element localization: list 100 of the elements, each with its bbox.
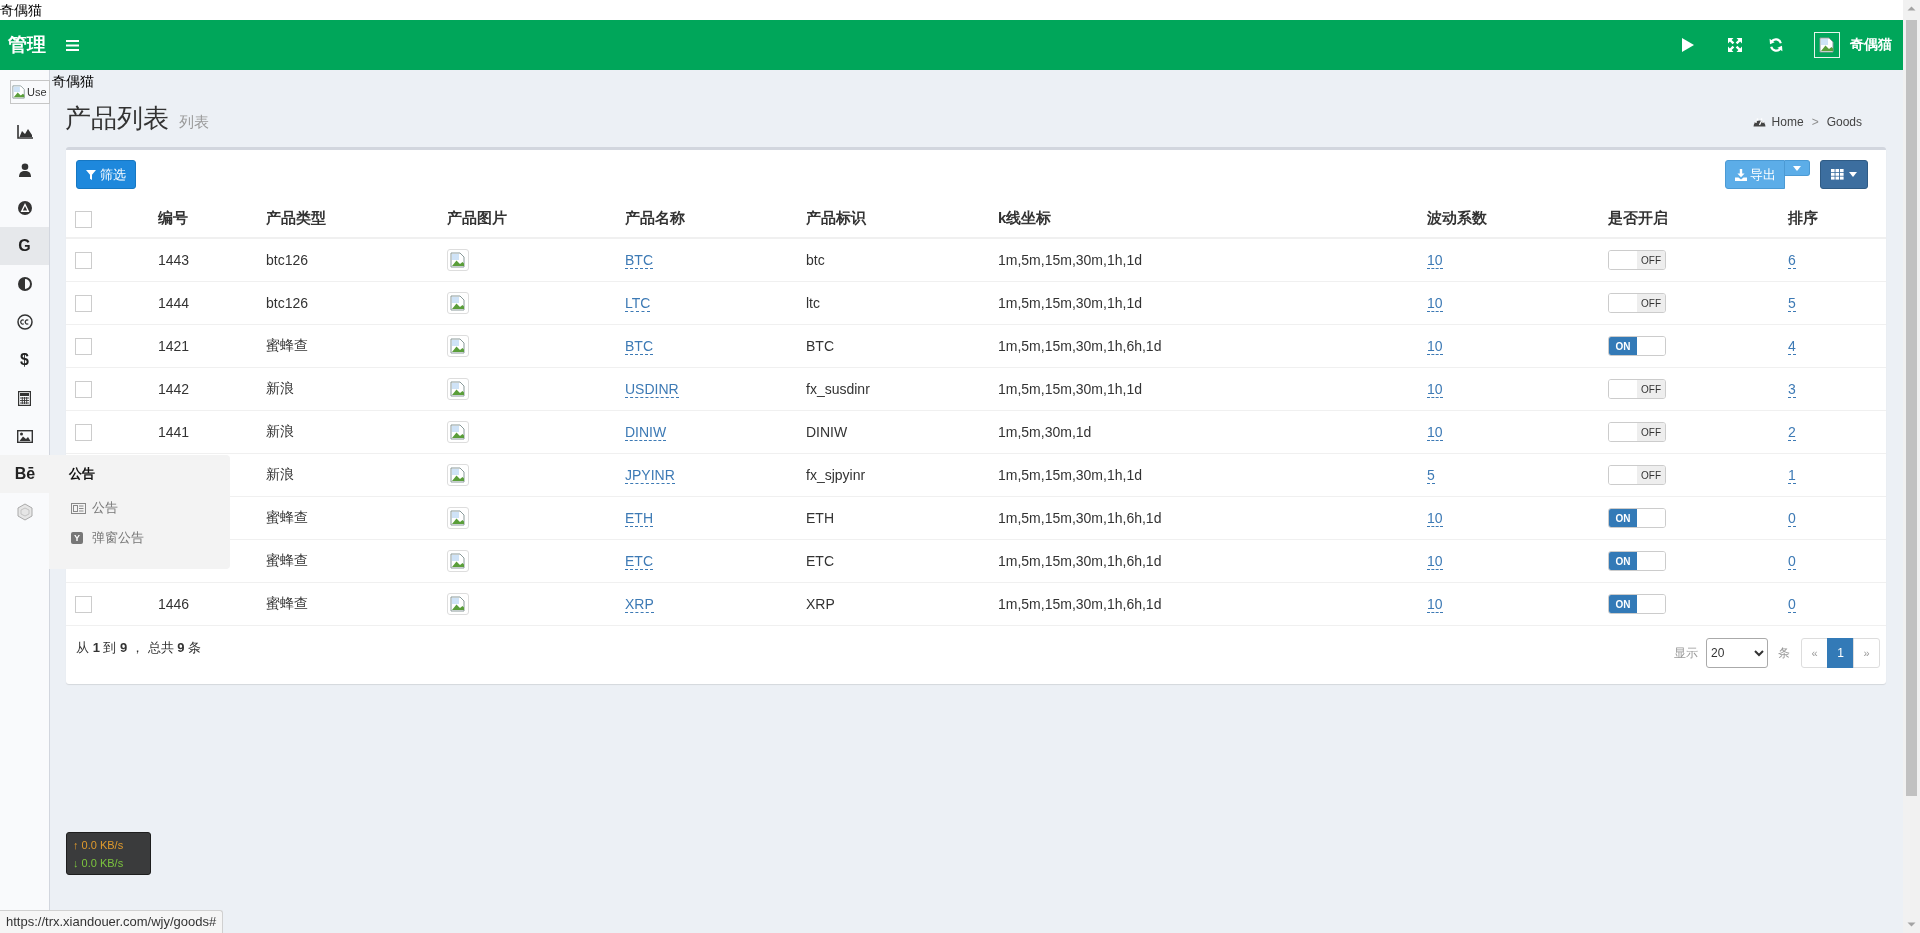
- user-name[interactable]: 奇偶猫: [1850, 36, 1892, 54]
- table-cell: 蜜蜂查: [258, 496, 439, 540]
- editable-link[interactable]: 10: [1427, 596, 1443, 613]
- editable-link[interactable]: XRP: [625, 596, 654, 613]
- upload-speed: ↑ 0.0 KB/s: [73, 838, 125, 853]
- expand-icon[interactable]: [1728, 38, 1742, 52]
- refresh-icon[interactable]: [1769, 38, 1783, 52]
- table-cell: ETH: [798, 496, 990, 540]
- editable-link[interactable]: 10: [1427, 553, 1443, 570]
- toggle-switch[interactable]: ON: [1608, 508, 1666, 528]
- pagination-button[interactable]: «: [1801, 638, 1828, 668]
- area-chart-icon: [16, 125, 33, 139]
- row-checkbox[interactable]: [75, 337, 92, 355]
- column-header: 产品名称: [617, 200, 798, 238]
- row-checkbox[interactable]: [75, 595, 92, 613]
- editable-link[interactable]: 3: [1788, 381, 1796, 398]
- editable-link[interactable]: USDINR: [625, 381, 679, 398]
- table-cell: 1m,5m,30m,1d: [990, 410, 1419, 454]
- toggle-switch[interactable]: OFF: [1608, 250, 1666, 270]
- toggle-switch[interactable]: OFF: [1608, 465, 1666, 485]
- editable-link[interactable]: 10: [1427, 510, 1443, 527]
- letter-icon: Y: [71, 532, 83, 544]
- breadcrumb-current: Goods: [1826, 114, 1862, 129]
- pagination-button[interactable]: »: [1853, 638, 1880, 668]
- table-cell: 1m,5m,15m,30m,1h,1d: [990, 367, 1419, 411]
- select-all-checkbox[interactable]: [75, 210, 92, 228]
- page-title: 产品列表: [65, 103, 169, 133]
- contrast-icon: [17, 277, 32, 291]
- editable-link[interactable]: 5: [1427, 467, 1435, 484]
- row-checkbox[interactable]: [75, 380, 92, 398]
- image-icon: [16, 429, 33, 443]
- editable-link[interactable]: 0: [1788, 510, 1796, 527]
- columns-button[interactable]: [1820, 160, 1868, 189]
- editable-link[interactable]: 1: [1788, 467, 1796, 484]
- table-cell: 1421: [150, 324, 258, 368]
- editable-link[interactable]: LTC: [625, 295, 651, 312]
- table-cell: fx_sjpyinr: [798, 453, 990, 497]
- image-alt-text: Use: [27, 86, 47, 98]
- editable-link[interactable]: 4: [1788, 338, 1796, 355]
- row-checkbox[interactable]: [75, 251, 92, 269]
- table-cell: 1444: [150, 281, 258, 325]
- newspaper-icon: [71, 502, 86, 514]
- toggle-switch[interactable]: ON: [1608, 594, 1666, 614]
- editable-link[interactable]: JPYINR: [625, 467, 675, 484]
- hexagon-icon: [15, 503, 34, 521]
- breadcrumb-link[interactable]: Home: [1771, 114, 1804, 129]
- table-cell: 1m,5m,15m,30m,1h,6h,1d: [990, 324, 1419, 368]
- toggle-switch[interactable]: OFF: [1608, 379, 1666, 399]
- editable-link[interactable]: 10: [1427, 338, 1443, 355]
- editable-link[interactable]: 10: [1427, 424, 1443, 441]
- sidebar-item[interactable]: Bē: [0, 455, 50, 493]
- editable-link[interactable]: 0: [1788, 553, 1796, 570]
- editable-link[interactable]: 0: [1788, 596, 1796, 613]
- editable-link[interactable]: 6: [1788, 252, 1796, 269]
- row-checkbox[interactable]: [75, 423, 92, 441]
- filter-button[interactable]: 筛选: [76, 160, 136, 189]
- sidebar-item[interactable]: G: [0, 227, 49, 265]
- column-header: 产品标识: [798, 200, 990, 238]
- column-header: 编号: [150, 200, 258, 238]
- toggle-switch[interactable]: OFF: [1608, 422, 1666, 442]
- sidebar-item[interactable]: $: [0, 341, 49, 379]
- editable-link[interactable]: 10: [1427, 295, 1443, 312]
- broken-image-icon: [1819, 37, 1835, 53]
- breadcrumb-separator: >: [1811, 114, 1819, 129]
- toggle-switch[interactable]: OFF: [1608, 293, 1666, 313]
- menu-title: 公告: [68, 465, 96, 483]
- export-button[interactable]: 导出: [1725, 160, 1785, 189]
- menu-item[interactable]: 公告: [49, 493, 230, 523]
- page-subtitle: 列表: [179, 113, 209, 132]
- circle-triangle-icon: [17, 201, 32, 215]
- column-header: 产品类型: [258, 200, 439, 238]
- editable-link[interactable]: DINIW: [625, 424, 667, 441]
- table-cell: 新浪: [258, 453, 439, 497]
- editable-link[interactable]: 2: [1788, 424, 1796, 441]
- toggle-switch[interactable]: ON: [1608, 336, 1666, 356]
- table-cell: 1m,5m,15m,30m,1h,1d: [990, 453, 1419, 497]
- editable-link[interactable]: 10: [1427, 252, 1443, 269]
- menu-item[interactable]: Y 弹窗公告: [49, 523, 230, 553]
- editable-link[interactable]: 5: [1788, 295, 1796, 312]
- export-dropdown-button[interactable]: [1785, 160, 1810, 176]
- brand-logo-text[interactable]: 管理: [8, 32, 46, 58]
- play-icon[interactable]: [1682, 38, 1694, 52]
- page-size-select[interactable]: 20: [1706, 638, 1768, 668]
- menu-icon[interactable]: [66, 39, 79, 51]
- editable-link[interactable]: BTC: [625, 252, 653, 269]
- editable-link[interactable]: ETC: [625, 553, 653, 570]
- user-icon: [18, 163, 31, 177]
- table-cell: 1441: [150, 410, 258, 454]
- scrollbar-thumb[interactable]: [1906, 20, 1917, 796]
- editable-link[interactable]: ETH: [625, 510, 653, 527]
- table-cell: 1m,5m,15m,30m,1h,1d: [990, 281, 1419, 325]
- avatar-frame[interactable]: [1814, 32, 1840, 58]
- table-cell: 蜜蜂查: [258, 582, 439, 625]
- editable-link[interactable]: BTC: [625, 338, 653, 355]
- row-checkbox[interactable]: [75, 294, 92, 312]
- editable-link[interactable]: 10: [1427, 381, 1443, 398]
- page-size-unit: 条: [1778, 644, 1790, 662]
- pagination-button[interactable]: 1: [1827, 638, 1854, 668]
- toggle-switch[interactable]: ON: [1608, 551, 1666, 571]
- table-cell: 1443: [150, 238, 258, 282]
